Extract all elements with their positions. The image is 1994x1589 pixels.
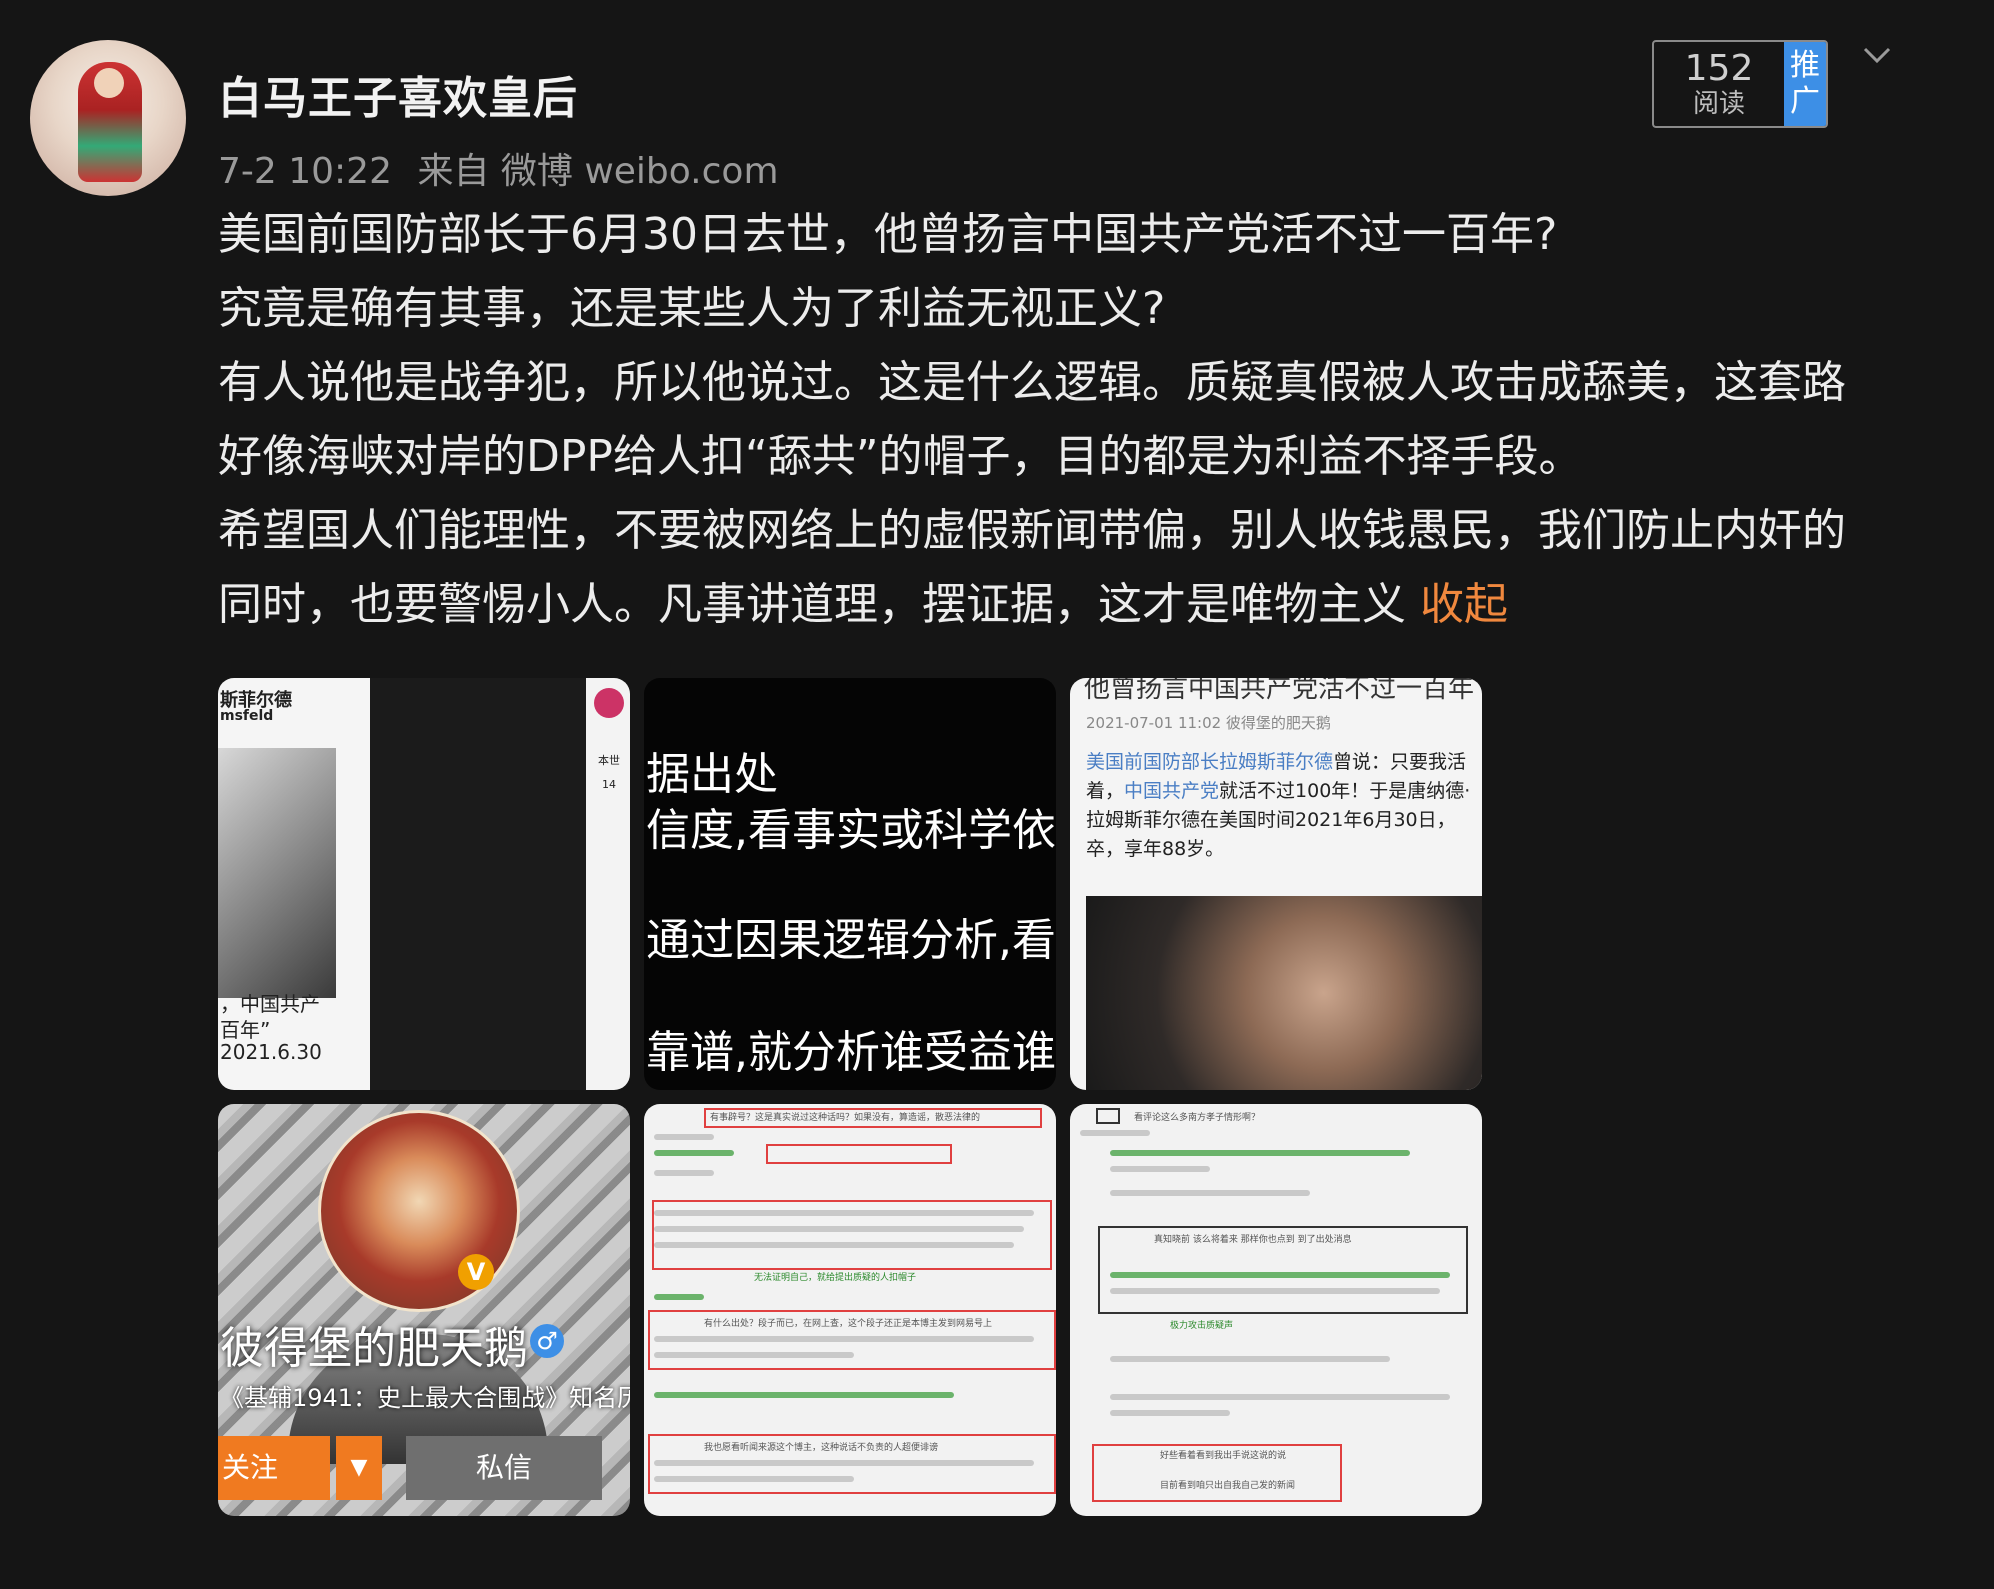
post-image-3[interactable]: 他曾扬言中国共产党活不过一百年 2021-07-01 11:02 彼得堡的肥天鹅…	[1070, 678, 1482, 1090]
image-row	[1110, 1356, 1390, 1362]
image-body-highlight: 美国前国防部长拉姆斯菲尔德	[1086, 751, 1334, 773]
image-side-text: 14	[602, 778, 616, 791]
image-portrait	[1086, 896, 1482, 1090]
image-row	[654, 1336, 1034, 1342]
image-row	[1110, 1288, 1440, 1294]
image-text: 有什么出处？段子而已，在网上查，这个段子还正是本博主发到网易号上	[704, 1319, 993, 1329]
image-row	[654, 1170, 714, 1176]
image-row	[654, 1352, 854, 1358]
post-content: 美国前国防部长于6月30日去世，他曾扬言中国共产党活不过一百年? 究竟是确有其事…	[218, 198, 1888, 642]
image-body-highlight: 中国共产党	[1124, 780, 1220, 802]
image-row	[1110, 1272, 1450, 1278]
image-text-line: 通过因果逻辑分析,看	[646, 915, 1056, 966]
image-row	[1110, 1410, 1230, 1416]
profile-name: 彼得堡的肥天鹅	[220, 1323, 528, 1374]
male-icon: ♂	[530, 1324, 564, 1358]
read-count-box: 152 阅读 推广	[1652, 40, 1828, 128]
post-image-2[interactable]: 据出处 信度,看事实或科学依 通过因果逻辑分析,看 靠谱,就分析谁受益谁	[644, 678, 1056, 1090]
image-row	[1110, 1150, 1410, 1156]
post-time[interactable]: 7-2 10:22	[218, 151, 392, 192]
post-image-6[interactable]: 看评论这么多南方孝子情形啊？ 真知晓前 该么将着来 那样你也点到 到了出处消息 …	[1070, 1104, 1482, 1516]
image-row	[654, 1242, 1014, 1248]
verified-badge-icon: V	[458, 1254, 494, 1290]
image-text-line: 信度,看事实或科学依	[646, 805, 1056, 856]
image-row	[654, 1150, 734, 1156]
post-paragraph-last: 希望国人们能理性，不要被网络上的虚假新闻带偏，别人收钱愚民，我们防止内奸的同时，…	[218, 494, 1888, 642]
promote-button[interactable]: 推广	[1784, 42, 1826, 126]
chevron-down-icon[interactable]	[1862, 40, 1892, 70]
profile-description: 《基辅1941：史上最大合围战》知名历史	[220, 1384, 630, 1412]
image-row	[1110, 1166, 1210, 1172]
image-text-line: 据出处	[646, 749, 778, 800]
image-row	[654, 1294, 704, 1300]
post-source: 来自 微博 weibo.com	[417, 151, 779, 192]
image-text: 真知晓前 该么将着来 那样你也点到 到了出处消息	[1154, 1235, 1352, 1245]
post-paragraph: 美国前国防部长于6月30日去世，他曾扬言中国共产党活不过一百年?	[218, 209, 1558, 260]
collapse-link[interactable]: 收起	[1420, 579, 1508, 630]
image-grid: 斯菲尔德 msfeld ，中国共产 百年” 2021.6.30 本世 14 据出…	[218, 678, 1482, 1516]
image-row	[654, 1460, 1034, 1466]
image-date: 2021.6.30	[220, 1040, 322, 1064]
image-text-line: 靠谱,就分析谁受益谁	[646, 1027, 1056, 1078]
image-text: 目前看到咱只出自我自己发的新闻	[1160, 1481, 1296, 1491]
image-text: 无法证明自己，就给提出质疑的人扣帽子	[754, 1273, 917, 1283]
post-meta: 7-2 10:22 来自 微博 weibo.com	[218, 142, 793, 194]
image-text: 有事辟号？这是真实说过这种话吗？如果没有，算造谣，散恶法律的	[710, 1113, 981, 1123]
image-text: 看评论这么多南方孝子情形啊？	[1134, 1113, 1261, 1123]
image-text: ，中国共产	[220, 992, 320, 1016]
image-row	[1110, 1394, 1450, 1400]
image-date: 2021-07-01 11:02 彼得堡的肥天鹅	[1086, 714, 1331, 732]
image-photo	[218, 748, 336, 998]
image-side-panel	[586, 678, 630, 1090]
post-image-1[interactable]: 斯菲尔德 msfeld ，中国共产 百年” 2021.6.30 本世 14	[218, 678, 630, 1090]
read-count-number: 152	[1684, 48, 1754, 89]
read-count: 152 阅读	[1654, 42, 1784, 126]
post-image-4[interactable]: V 彼得堡的肥天鹅 ♂ 《基辅1941：史上最大合围战》知名历史 关注 ▼ 私信	[218, 1104, 630, 1516]
image-box	[1096, 1108, 1120, 1124]
post-image-5[interactable]: 有事辟号？这是真实说过这种话吗？如果没有，算造谣，散恶法律的 无法证明自己，就给…	[644, 1104, 1056, 1516]
image-row	[654, 1392, 954, 1398]
post-paragraph: 究竟是确有其事，还是某些人为了利益无视正义?	[218, 283, 1166, 334]
post-paragraph: 有人说他是战争犯，所以他说过。这是什么逻辑。质疑真假被人攻击成舔美，这套路好像海…	[218, 357, 1846, 482]
image-side-avatar	[594, 688, 624, 718]
image-highlight-box	[766, 1144, 952, 1164]
image-row	[654, 1226, 1024, 1232]
image-row	[654, 1134, 714, 1140]
image-body: 美国前国防部长拉姆斯菲尔德曾说：只要我活着，中国共产党就活不过100年！于是唐纳…	[1086, 748, 1471, 864]
follow-button: 关注	[218, 1436, 330, 1500]
message-button: 私信	[406, 1436, 602, 1500]
follow-dropdown-icon: ▼	[336, 1436, 382, 1500]
image-text: 好些看着看到我出手说这说的说	[1160, 1451, 1287, 1461]
user-avatar[interactable]	[30, 40, 186, 196]
image-text: msfeld	[220, 708, 274, 724]
image-row	[654, 1476, 854, 1482]
avatar-face	[94, 68, 124, 98]
image-text: 百年”	[220, 1018, 271, 1042]
username[interactable]: 白马王子喜欢皇后	[218, 62, 578, 126]
weibo-post: 白马王子喜欢皇后 7-2 10:22 来自 微博 weibo.com 152 阅…	[0, 0, 1994, 1589]
image-row	[1110, 1190, 1310, 1196]
image-side-text: 本世	[598, 754, 620, 767]
read-count-label: 阅读	[1692, 89, 1745, 119]
image-row	[654, 1210, 1034, 1216]
image-text: 我也愿看听闻来源这个博主，这种说话不负责的人超便诽谤	[704, 1443, 939, 1453]
image-text: 极力攻击质疑声	[1170, 1321, 1234, 1331]
post-paragraph-text: 希望国人们能理性，不要被网络上的虚假新闻带偏，别人收钱愚民，我们防止内奸的同时，…	[218, 505, 1846, 630]
image-row	[1080, 1130, 1150, 1136]
image-headline: 他曾扬言中国共产党活不过一百年	[1084, 678, 1475, 704]
